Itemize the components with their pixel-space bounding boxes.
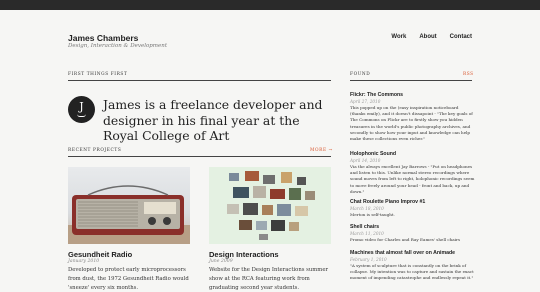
found-item-title[interactable]: Shell chairs <box>350 224 475 230</box>
site-tagline: Design, Interaction & Development <box>68 43 168 49</box>
project-date: January 2010 <box>68 259 100 264</box>
divider <box>68 156 331 157</box>
nav-item-contact[interactable]: Contact <box>450 34 472 40</box>
more-link[interactable]: MORE → <box>310 148 333 153</box>
found-item-title[interactable]: Holophonic Sound <box>350 151 475 157</box>
main-nav: Work About Contact <box>378 34 472 40</box>
found-item-title[interactable]: Machines that almost fall over on Animad… <box>350 250 475 256</box>
divider <box>350 80 472 81</box>
section-label-recent-projects: RECENT PROJECTS <box>68 148 122 153</box>
divider <box>68 80 331 81</box>
found-item-text: Via the always excellent Jay Barrows - "… <box>350 164 475 194</box>
found-item-title[interactable]: Flickr: The Commons <box>350 92 475 98</box>
nav-item-about[interactable]: About <box>419 34 436 40</box>
found-item: Machines that almost fall over on Animad… <box>350 250 475 282</box>
site-name[interactable]: James Chambers <box>68 33 138 43</box>
project-title-gesundheit-radio[interactable]: Gesundheit Radio <box>68 250 132 259</box>
project-title-design-interactions[interactable]: Design Interactions <box>209 250 279 259</box>
found-item-title[interactable]: Chat Roulette Piano Improv #1 <box>350 199 475 205</box>
gesundheit-radio-image[interactable] <box>68 167 190 244</box>
section-label-found: FOUND <box>350 72 371 77</box>
nav-item-work[interactable]: Work <box>391 34 406 40</box>
project-date: June 2009 <box>209 259 233 264</box>
found-item-date: April 27, 2010 <box>350 99 381 104</box>
found-item: Holophonic Sound April 14, 2010 Via the … <box>350 151 475 195</box>
found-item-date: February 1, 2010 <box>350 257 387 262</box>
found-item: Flickr: The Commons April 27, 2010 This … <box>350 92 475 142</box>
found-item-text: Promo video for Charles and Ray Eames' s… <box>350 237 461 242</box>
found-item: Shell chairs March 11, 2010 Promo video … <box>350 224 475 243</box>
found-item: Chat Roulette Piano Improv #1 March 18, … <box>350 199 475 218</box>
section-label-first-things-first: FIRST THINGS FIRST <box>68 72 128 77</box>
project-description: Website for the Design Interactions summ… <box>209 267 328 291</box>
found-item-date: March 18, 2010 <box>350 206 384 211</box>
project-description: Developed to protect early microprocesso… <box>68 267 189 291</box>
found-item-text: Merton is self-taught. <box>350 212 395 217</box>
found-item-text: This popped up on the (easy inspiration … <box>350 105 473 142</box>
design-interactions-image[interactable] <box>209 167 331 244</box>
logo-icon: J <box>68 96 95 123</box>
rss-link[interactable]: RSS <box>463 72 474 77</box>
found-item-date: April 14, 2010 <box>350 158 381 163</box>
found-item-date: March 11, 2010 <box>350 231 384 236</box>
top-bar <box>0 0 540 10</box>
intro-text: James is a freelance developer and desig… <box>103 97 323 143</box>
found-item-text: "A system of sculpture that is constantl… <box>350 263 474 281</box>
